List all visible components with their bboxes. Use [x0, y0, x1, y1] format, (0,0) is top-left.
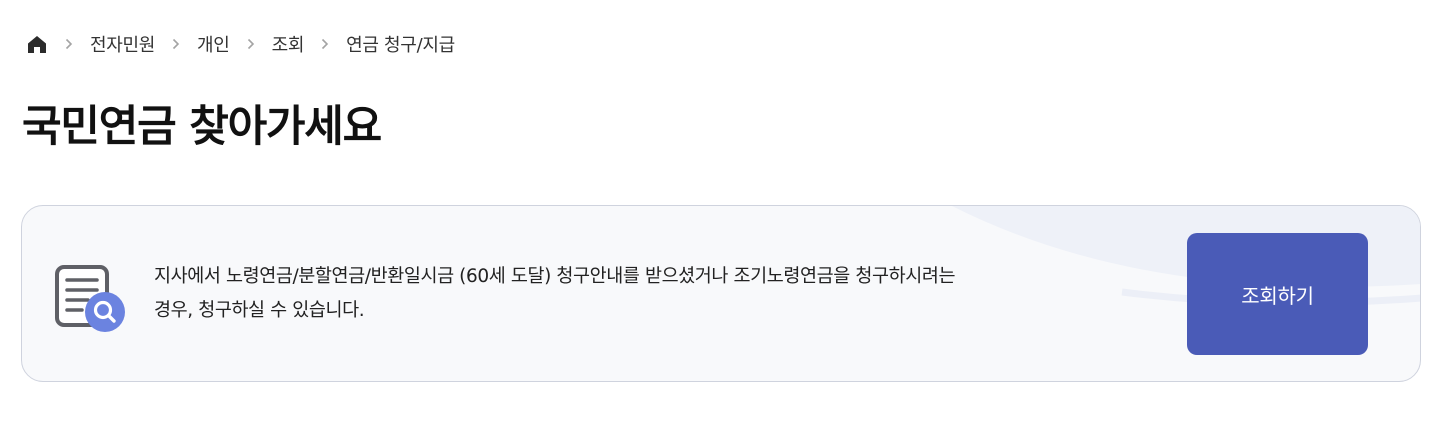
chevron-right-icon — [304, 38, 346, 50]
document-search-icon — [54, 264, 128, 334]
chevron-right-icon — [48, 38, 90, 50]
chevron-right-icon — [155, 38, 197, 50]
breadcrumb: 전자민원 개인 조회 연금 청구/지급 — [26, 28, 455, 60]
info-card: 지사에서 노령연금/분할연금/반환일시금 (60세 도달) 청구안내를 받으셨거… — [21, 205, 1421, 382]
card-description-line: 지사에서 노령연금/분할연금/반환일시금 (60세 도달) 청구안내를 받으셨거… — [154, 266, 956, 287]
card-description-line: 경우, 청구하실 수 있습니다. — [154, 300, 365, 321]
breadcrumb-item-inquiry[interactable]: 조회 — [272, 31, 305, 57]
breadcrumb-item-civil-service[interactable]: 전자민원 — [90, 31, 155, 57]
breadcrumb-item-personal[interactable]: 개인 — [197, 31, 230, 57]
breadcrumb-item-pension-claim[interactable]: 연금 청구/지급 — [346, 31, 455, 57]
chevron-right-icon — [230, 38, 272, 50]
lookup-button[interactable]: 조회하기 — [1187, 233, 1368, 355]
page-title: 국민연금 찾아가세요 — [22, 102, 382, 152]
card-description: 지사에서 노령연금/분할연금/반환일시금 (60세 도달) 청구안내를 받으셨거… — [154, 260, 1114, 328]
home-icon[interactable] — [26, 33, 48, 55]
